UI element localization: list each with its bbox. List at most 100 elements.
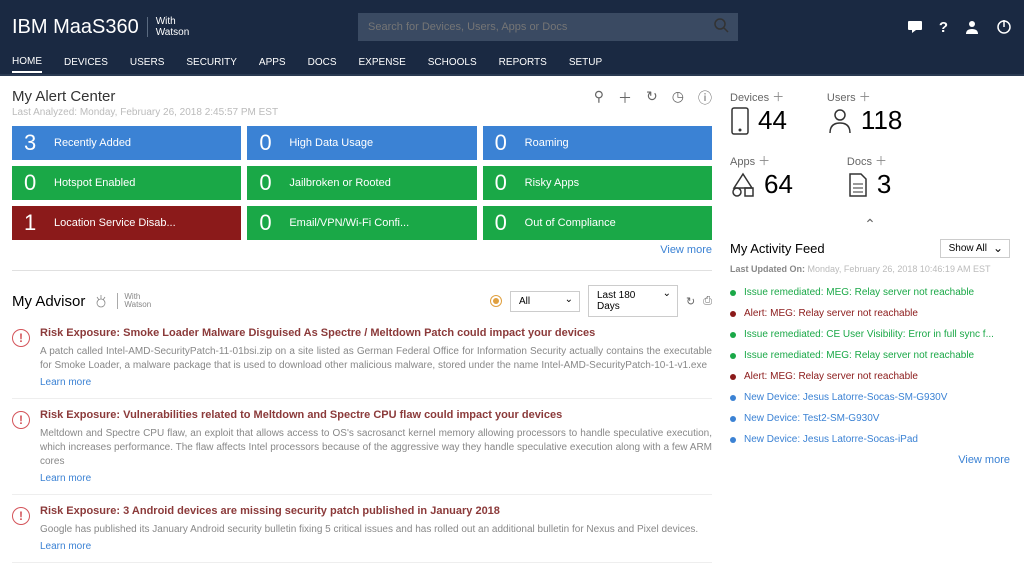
search-icon[interactable]: [714, 18, 730, 34]
nav-users[interactable]: USERS: [130, 57, 164, 72]
apps-label: Apps: [730, 156, 755, 168]
activity-updated: Last Updated On: Monday, February 26, 20…: [730, 264, 1010, 274]
alert-icon: !: [12, 329, 30, 347]
feed-item[interactable]: New Device: Jesus Latorre-Socas-SM-G930V: [730, 387, 1010, 408]
advisor-indicator-icon: [490, 295, 502, 307]
devices-count: 44: [758, 105, 787, 136]
status-dot-icon: [730, 311, 736, 317]
status-dot-icon: [730, 437, 736, 443]
help-icon[interactable]: ?: [939, 19, 948, 36]
feed-item[interactable]: Alert: MEG: Relay server not reachable: [730, 366, 1010, 387]
collapse-icon[interactable]: ⌃: [730, 216, 1010, 233]
alert-tile[interactable]: 3Recently Added: [12, 126, 241, 160]
advisor-heading: Risk Exposure: Vulnerabilities related t…: [40, 409, 712, 421]
users-count: 118: [861, 105, 902, 136]
nav-docs[interactable]: DOCS: [308, 57, 337, 72]
feed-item[interactable]: New Device: Jesus Latorre-Socas-iPad: [730, 429, 1010, 450]
activity-title: My Activity Feed: [730, 241, 825, 256]
activity-feed-list: Issue remediated: MEG: Relay server not …: [730, 282, 1010, 450]
alert-tile[interactable]: 0Risky Apps: [483, 166, 712, 200]
feed-item[interactable]: Issue remediated: MEG: Relay server not …: [730, 345, 1010, 366]
status-dot-icon: [730, 374, 736, 380]
feed-item[interactable]: Alert: MEG: Relay server not reachable: [730, 303, 1010, 324]
power-icon[interactable]: [996, 19, 1012, 35]
alert-tile[interactable]: 0Hotspot Enabled: [12, 166, 241, 200]
location-icon[interactable]: ⚲: [594, 88, 604, 108]
docs-count: 3: [877, 169, 891, 200]
advisor-heading: Risk Exposure: Smoke Loader Malware Disg…: [40, 327, 712, 339]
apps-count: 64: [764, 169, 793, 200]
apps-icon: [730, 172, 756, 198]
history-icon[interactable]: ◷: [672, 88, 684, 108]
learn-more-link[interactable]: Learn more: [40, 473, 712, 484]
activity-view-more[interactable]: View more: [730, 454, 1010, 466]
devices-label: Devices: [730, 92, 769, 104]
watson-icon: [93, 293, 109, 309]
alert-center-title: My Alert Center: [12, 88, 278, 105]
help-alert-icon[interactable]: ⓘ: [698, 88, 712, 108]
advisor-item: ! Risk Exposure: Smoke Loader Malware Dis…: [12, 317, 712, 399]
logo-text: IBM MaaS360: [12, 16, 139, 39]
advisor-description: Meltdown and Spectre CPU flaw, an exploi…: [40, 427, 712, 469]
main-nav: HOME DEVICES USERS SECURITY APPS DOCS EX…: [0, 54, 1024, 76]
alert-tile[interactable]: 0Out of Compliance: [483, 206, 712, 240]
users-icon: [827, 107, 853, 135]
feed-item[interactable]: New Device: Test2-SM-G930V: [730, 408, 1010, 429]
advisor-description: A patch called Intel-AMD-SecurityPatch-1…: [40, 345, 712, 373]
nav-setup[interactable]: SETUP: [569, 57, 602, 72]
alert-icon: !: [12, 507, 30, 525]
alert-icon: !: [12, 411, 30, 429]
status-dot-icon: [730, 290, 736, 296]
nav-expense[interactable]: EXPENSE: [359, 57, 406, 72]
activity-filter[interactable]: Show All: [940, 239, 1010, 258]
advisor-item: ! Risk Exposure: 3 Android devices are mi…: [12, 495, 712, 563]
advisor-item: ! Risk Exposure: Vulnerabilities related …: [12, 399, 712, 495]
nav-home[interactable]: HOME: [12, 56, 42, 73]
refresh-icon[interactable]: ↻: [646, 88, 658, 108]
learn-more-link[interactable]: Learn more: [40, 377, 712, 388]
docs-icon: [847, 172, 869, 198]
nav-apps[interactable]: APPS: [259, 57, 286, 72]
search-input[interactable]: [358, 13, 738, 41]
alert-tile[interactable]: 0Roaming: [483, 126, 712, 160]
add-icon[interactable]: ＋: [618, 88, 632, 108]
alert-tile[interactable]: 0Email/VPN/Wi-Fi Confi...: [247, 206, 476, 240]
advisor-title: My Advisor: [12, 293, 85, 310]
nav-reports[interactable]: REPORTS: [499, 57, 547, 72]
status-dot-icon: [730, 353, 736, 359]
header-actions: ?: [907, 19, 1012, 36]
add-app-icon[interactable]: ＋: [758, 154, 770, 168]
alert-tile[interactable]: 0Jailbroken or Rooted: [247, 166, 476, 200]
advisor-time-filter[interactable]: Last 180 Days: [588, 285, 678, 317]
learn-more-link[interactable]: Learn more: [40, 541, 712, 552]
alert-center-subtitle: Last Analyzed: Monday, February 26, 2018…: [12, 107, 278, 118]
alert-view-more[interactable]: View more: [12, 244, 712, 256]
feed-item[interactable]: Issue remediated: CE User Visibility: Er…: [730, 324, 1010, 345]
advisor-heading: Risk Exposure: 3 Android devices are mis…: [40, 505, 712, 517]
advisor-list: ! Risk Exposure: Smoke Loader Malware Dis…: [12, 317, 712, 563]
nav-devices[interactable]: DEVICES: [64, 57, 108, 72]
nav-security[interactable]: SECURITY: [186, 57, 237, 72]
add-device-icon[interactable]: ＋: [772, 90, 784, 104]
status-dot-icon: [730, 395, 736, 401]
feed-item[interactable]: Issue remediated: MEG: Relay server not …: [730, 282, 1010, 303]
chat-icon[interactable]: [907, 19, 923, 35]
logo-subtitle: With Watson: [156, 16, 190, 38]
user-icon[interactable]: [964, 19, 980, 35]
advisor-export-icon[interactable]: ⎙: [703, 295, 712, 308]
nav-schools[interactable]: SCHOOLS: [428, 57, 477, 72]
logo-separator: [147, 17, 148, 37]
add-doc-icon[interactable]: ＋: [875, 154, 887, 168]
app-header: IBM MaaS360 With Watson ?: [0, 0, 1024, 54]
advisor-refresh-icon[interactable]: ↻: [686, 295, 695, 308]
add-user-icon[interactable]: ＋: [859, 90, 871, 104]
watson-badge: WithWatson: [117, 293, 151, 309]
alert-tile[interactable]: 1Location Service Disab...: [12, 206, 241, 240]
docs-label: Docs: [847, 156, 872, 168]
status-dot-icon: [730, 416, 736, 422]
advisor-type-filter[interactable]: All: [510, 291, 580, 312]
logo: IBM MaaS360 With Watson: [12, 16, 189, 39]
device-icon: [730, 107, 750, 135]
alert-tile[interactable]: 0High Data Usage: [247, 126, 476, 160]
users-label: Users: [827, 92, 856, 104]
